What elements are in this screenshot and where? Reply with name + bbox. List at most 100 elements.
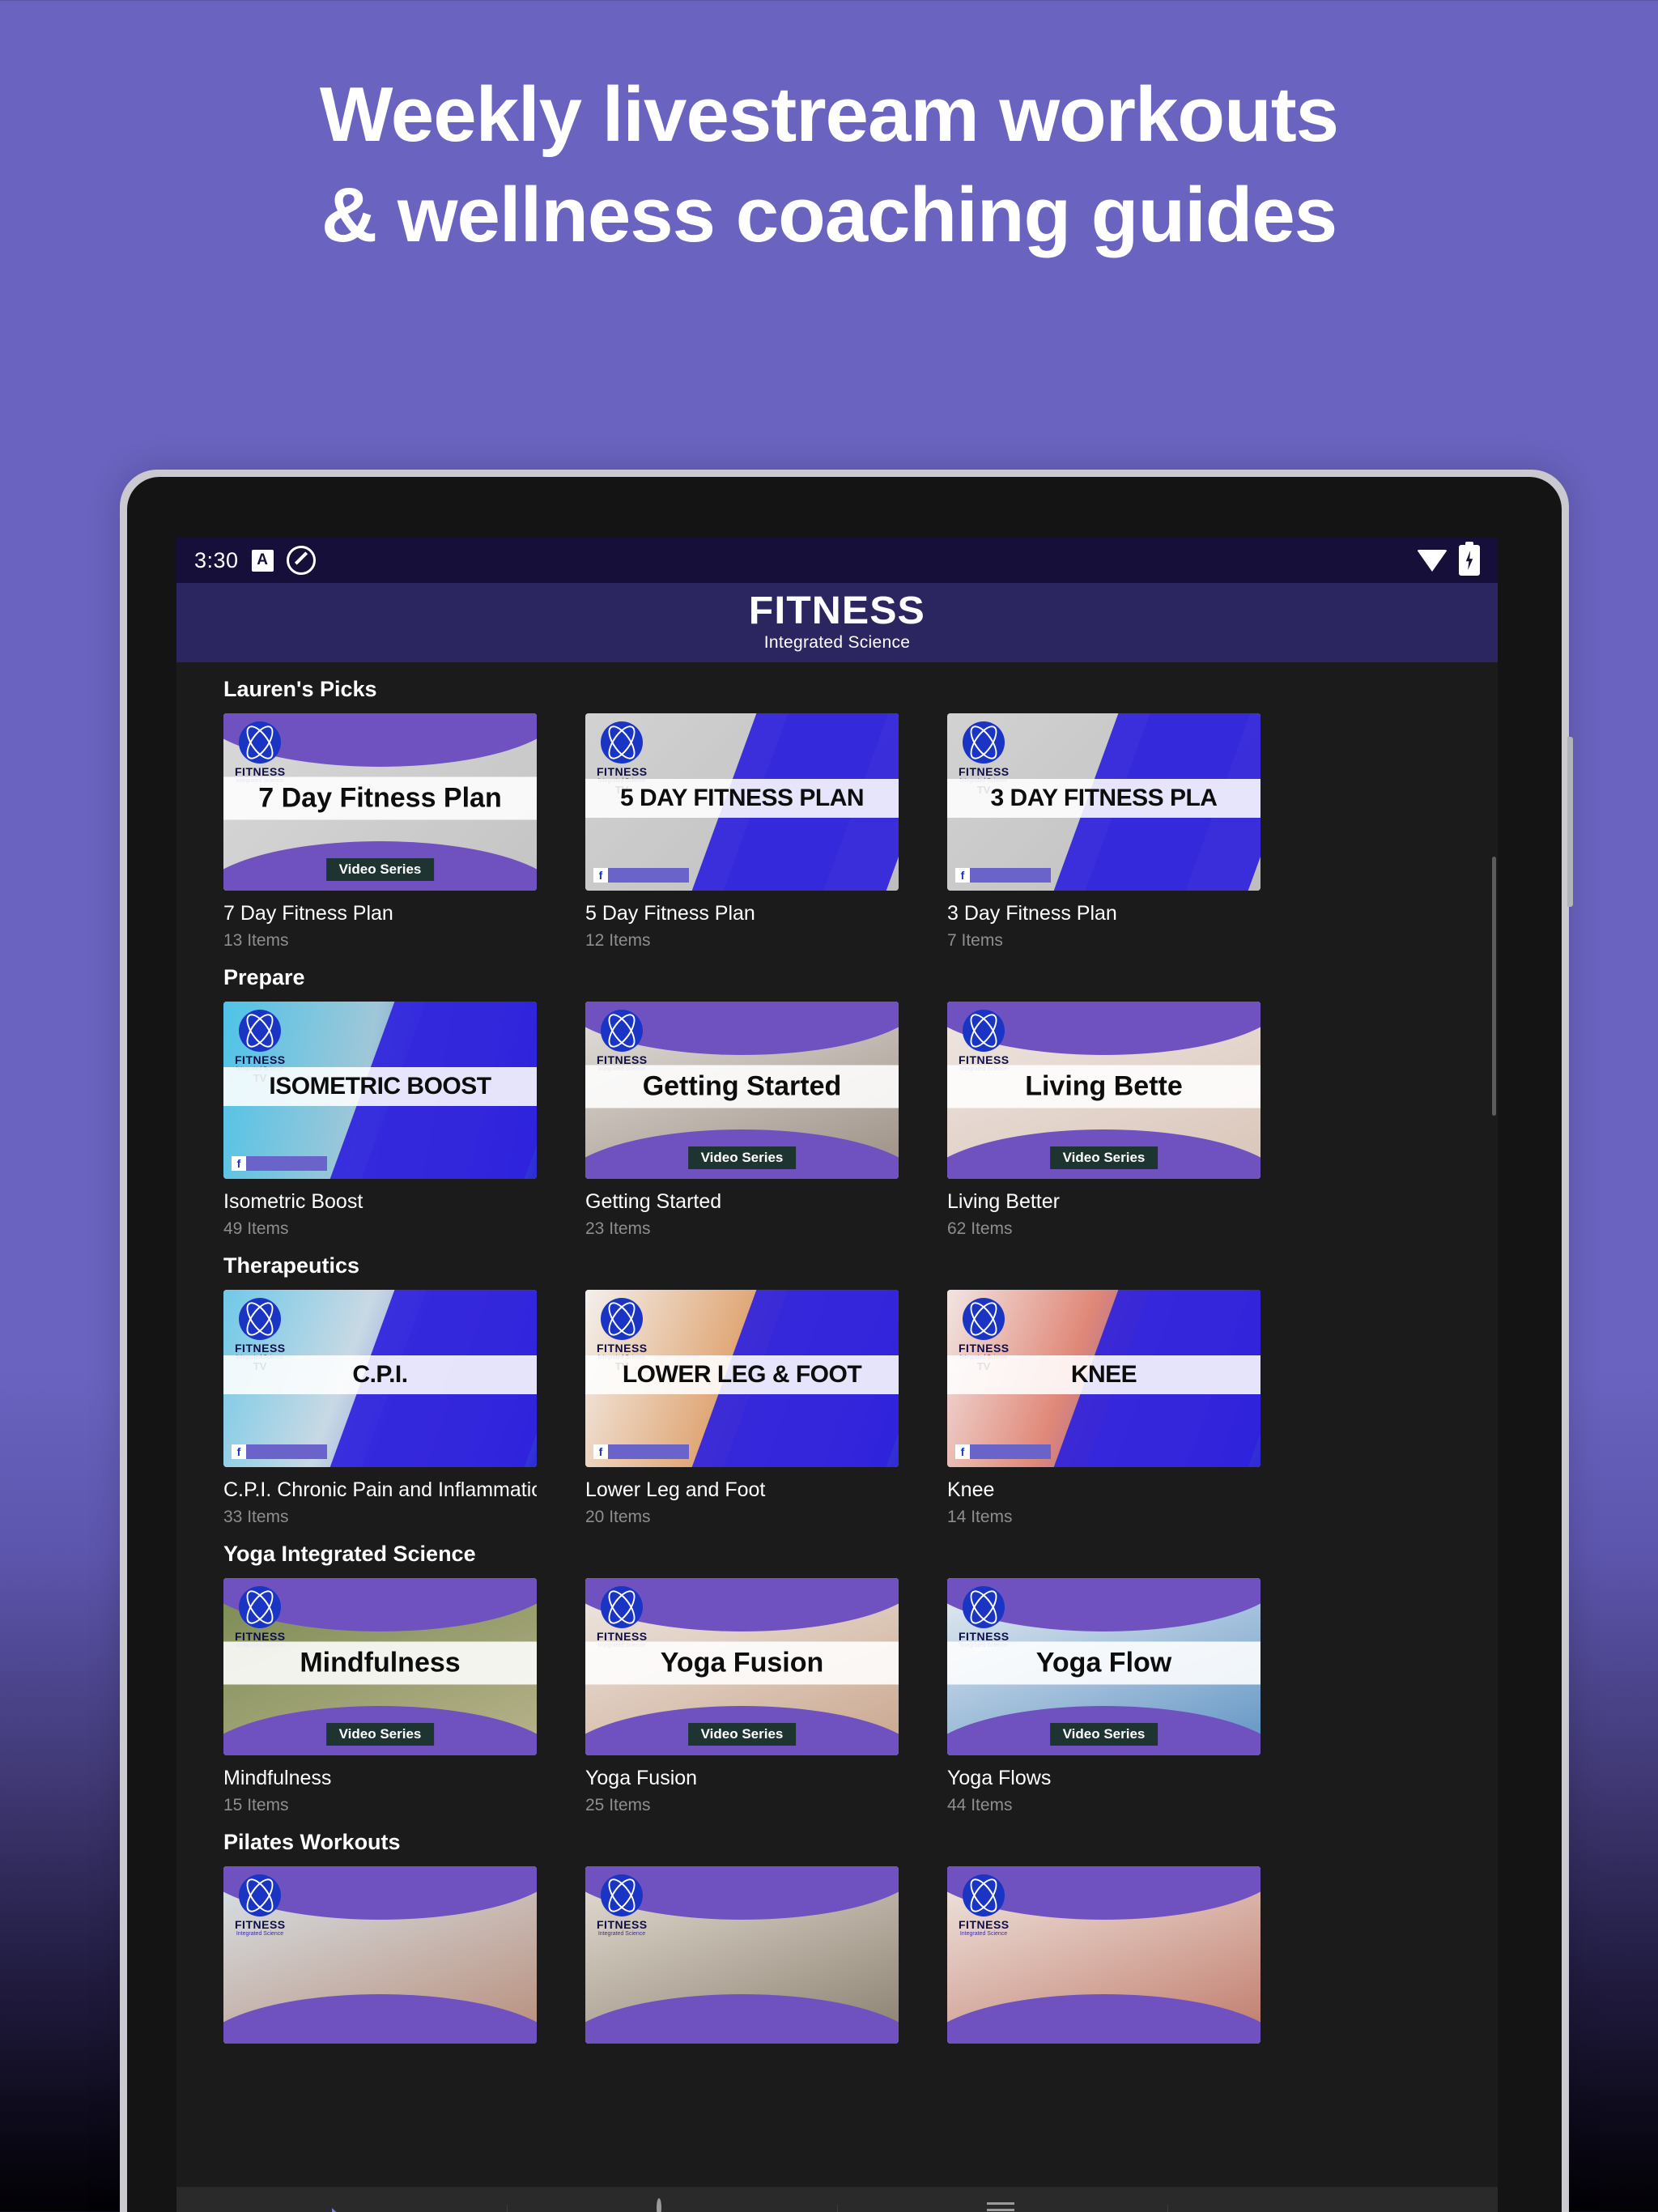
content-scroll-area[interactable]: Lauren's Picks FITNESSIntegrated Science 7… xyxy=(176,662,1498,2212)
facebook-watermark: f xyxy=(955,1444,1051,1459)
card-thumbnail[interactable]: FITNESSIntegrated ScienceTVfC.P.I. xyxy=(223,1290,537,1467)
card-item-count: 12 Items xyxy=(585,931,651,950)
card-thumbnail[interactable]: FITNESSIntegrated ScienceLiving Bette Vid… xyxy=(947,1002,1261,1179)
content-card[interactable]: FITNESSIntegrated ScienceTVf3 DAY FITNES… xyxy=(947,713,1261,951)
card-item-count: 23 Items xyxy=(585,1219,651,1238)
card-item-count: 7 Items xyxy=(947,931,1003,950)
facebook-watermark: f xyxy=(593,1444,689,1459)
thumbnail-title-overlay: 5 DAY FITNESS PLAN xyxy=(585,779,899,819)
promo-line-1: Weekly livestream workouts xyxy=(319,71,1339,158)
card-row: FITNESSIntegrated Science 7 Day Fitness P… xyxy=(176,713,1498,951)
content-card[interactable]: FITNESS Integrated Science xyxy=(223,1866,537,2044)
card-item-count: 15 Items xyxy=(223,1796,289,1814)
card-thumbnail[interactable]: FITNESSIntegrated ScienceTVf3 DAY FITNES… xyxy=(947,713,1261,891)
power-button[interactable] xyxy=(1567,737,1573,907)
app-logo-subtitle: Integrated Science xyxy=(763,633,911,652)
explore-icon xyxy=(326,2201,357,2212)
card-thumbnail[interactable]: FITNESS Integrated Science xyxy=(947,1866,1261,2044)
clock: 3:30 xyxy=(194,547,239,572)
card-thumbnail[interactable]: FITNESSIntegrated ScienceTVfKNEE xyxy=(947,1290,1261,1467)
card-item-count: 62 Items xyxy=(947,1219,1013,1238)
status-bar-right xyxy=(1417,545,1480,576)
atom-icon xyxy=(239,1010,281,1052)
thumbnail-title-overlay: Yoga Flow xyxy=(947,1641,1261,1685)
card-row: FITNESS Integrated Science FITNESS Integrat… xyxy=(176,1866,1498,2044)
video-series-badge: Video Series xyxy=(325,1723,435,1746)
content-section: Yoga Integrated Science FITNESSIntegrated… xyxy=(176,1527,1498,1815)
content-section: Therapeutics FITNESSIntegrated ScienceTVf… xyxy=(176,1239,1498,1527)
thumbnail-title-overlay: Getting Started xyxy=(585,1065,899,1108)
atom-icon xyxy=(601,721,643,764)
nav-tab-explore[interactable]: Explore xyxy=(176,2187,507,2212)
scrollbar-thumb[interactable] xyxy=(1492,857,1496,1116)
app-header: FITNESS Integrated Science xyxy=(176,583,1498,662)
card-thumbnail[interactable]: FITNESSIntegrated ScienceGetting Started… xyxy=(585,1002,899,1179)
nav-tab-library[interactable]: Library xyxy=(837,2187,1167,2212)
atom-icon xyxy=(601,1586,643,1628)
card-title: 3 Day Fitness Plan xyxy=(947,902,1117,925)
atom-icon xyxy=(239,721,281,764)
card-thumbnail[interactable]: FITNESS Integrated Science xyxy=(585,1866,899,2044)
video-series-badge: Video Series xyxy=(687,1723,797,1746)
card-thumbnail[interactable]: FITNESSIntegrated ScienceTVfISOMETRIC BO… xyxy=(223,1002,537,1179)
card-thumbnail[interactable]: FITNESS Integrated Science xyxy=(223,1866,537,2044)
thumbnail-title-overlay: LOWER LEG & FOOT xyxy=(585,1355,899,1395)
card-item-count: 14 Items xyxy=(947,1508,1013,1526)
atom-icon xyxy=(239,1298,281,1340)
atom-icon xyxy=(963,1010,1005,1052)
content-card[interactable]: FITNESSIntegrated ScienceTVfKNEEKnee14 I… xyxy=(947,1290,1261,1527)
content-card[interactable]: FITNESSIntegrated ScienceTVfISOMETRIC BO… xyxy=(223,1002,537,1239)
facebook-watermark: f xyxy=(955,868,1051,883)
status-bar: 3:30 A xyxy=(176,538,1498,583)
card-item-count: 49 Items xyxy=(223,1219,289,1238)
promo-line-2: & wellness coaching guides xyxy=(321,172,1337,258)
wifi-icon xyxy=(1417,549,1448,572)
content-section: Lauren's Picks FITNESSIntegrated Science 7… xyxy=(176,662,1498,951)
content-card[interactable]: FITNESS Integrated Science xyxy=(585,1866,899,2044)
card-thumbnail[interactable]: FITNESSIntegrated ScienceMindfulness Vide… xyxy=(223,1578,537,1755)
card-title: Getting Started xyxy=(585,1190,722,1213)
card-title: Knee xyxy=(947,1478,995,1501)
card-title: 5 Day Fitness Plan xyxy=(585,902,755,925)
card-thumbnail[interactable]: FITNESSIntegrated ScienceTVfLOWER LEG & … xyxy=(585,1290,899,1467)
card-thumbnail[interactable]: FITNESSIntegrated ScienceYoga Fusion Vide… xyxy=(585,1578,899,1755)
atom-icon xyxy=(601,1010,643,1052)
thumbnail-title-overlay: KNEE xyxy=(947,1355,1261,1395)
alarm-badge-icon: A xyxy=(251,549,274,572)
library-icon xyxy=(987,2201,1018,2212)
content-card[interactable]: FITNESSIntegrated ScienceYoga Flow Video … xyxy=(947,1578,1261,1815)
content-card[interactable]: FITNESSIntegrated ScienceGetting Started… xyxy=(585,1002,899,1239)
section-title: Pilates Workouts xyxy=(223,1830,401,1854)
content-card[interactable]: FITNESSIntegrated ScienceTVf5 DAY FITNES… xyxy=(585,713,899,951)
content-card[interactable]: FITNESSIntegrated ScienceMindfulnessVide… xyxy=(223,1578,537,1815)
card-title: 7 Day Fitness Plan xyxy=(223,902,393,925)
card-row: FITNESSIntegrated ScienceTVfC.P.I.C.P.I.… xyxy=(176,1290,1498,1527)
atom-icon xyxy=(963,1298,1005,1340)
content-card[interactable]: FITNESSIntegrated Science 7 Day Fitness P… xyxy=(223,713,537,951)
fitness-brand-logo: FITNESSIntegrated Science xyxy=(235,721,285,784)
card-item-count: 20 Items xyxy=(585,1508,651,1526)
card-thumbnail[interactable]: FITNESSIntegrated ScienceTVf5 DAY FITNES… xyxy=(585,713,899,891)
card-thumbnail[interactable]: FITNESSIntegrated ScienceYoga Flow Video … xyxy=(947,1578,1261,1755)
nav-tab-profile[interactable]: Profile xyxy=(1167,2187,1498,2212)
app-logo-title: FITNESS xyxy=(748,589,926,632)
section-title: Prepare xyxy=(223,965,305,989)
atom-icon xyxy=(601,1874,643,1916)
bottom-navigation-bar: Explore Search Library Profile xyxy=(176,2187,1498,2212)
promo-headline: Weekly livestream workouts & wellness co… xyxy=(0,65,1658,266)
content-card[interactable]: FITNESS Integrated Science xyxy=(947,1866,1261,2044)
content-card[interactable]: FITNESSIntegrated ScienceTVfLOWER LEG & … xyxy=(585,1290,899,1527)
card-thumbnail[interactable]: FITNESSIntegrated Science7 Day Fitness P… xyxy=(223,713,537,891)
content-card[interactable]: FITNESSIntegrated ScienceTVfC.P.I.C.P.I.… xyxy=(223,1290,537,1527)
battery-charging-icon xyxy=(1459,545,1480,576)
section-title: Lauren's Picks xyxy=(223,677,377,701)
fitness-brand-logo: FITNESSIntegrated Science xyxy=(959,1874,1009,1937)
atom-icon xyxy=(239,1874,281,1916)
section-title: Therapeutics xyxy=(223,1253,360,1278)
content-card[interactable]: FITNESSIntegrated ScienceYoga FusionVide… xyxy=(585,1578,899,1815)
nav-tab-search[interactable]: Search xyxy=(507,2187,837,2212)
scrollbar-track[interactable] xyxy=(1492,792,1496,2212)
content-card[interactable]: FITNESSIntegrated ScienceLiving Bette Vid… xyxy=(947,1002,1261,1239)
facebook-watermark: f xyxy=(593,868,689,883)
card-item-count: 25 Items xyxy=(585,1796,651,1814)
